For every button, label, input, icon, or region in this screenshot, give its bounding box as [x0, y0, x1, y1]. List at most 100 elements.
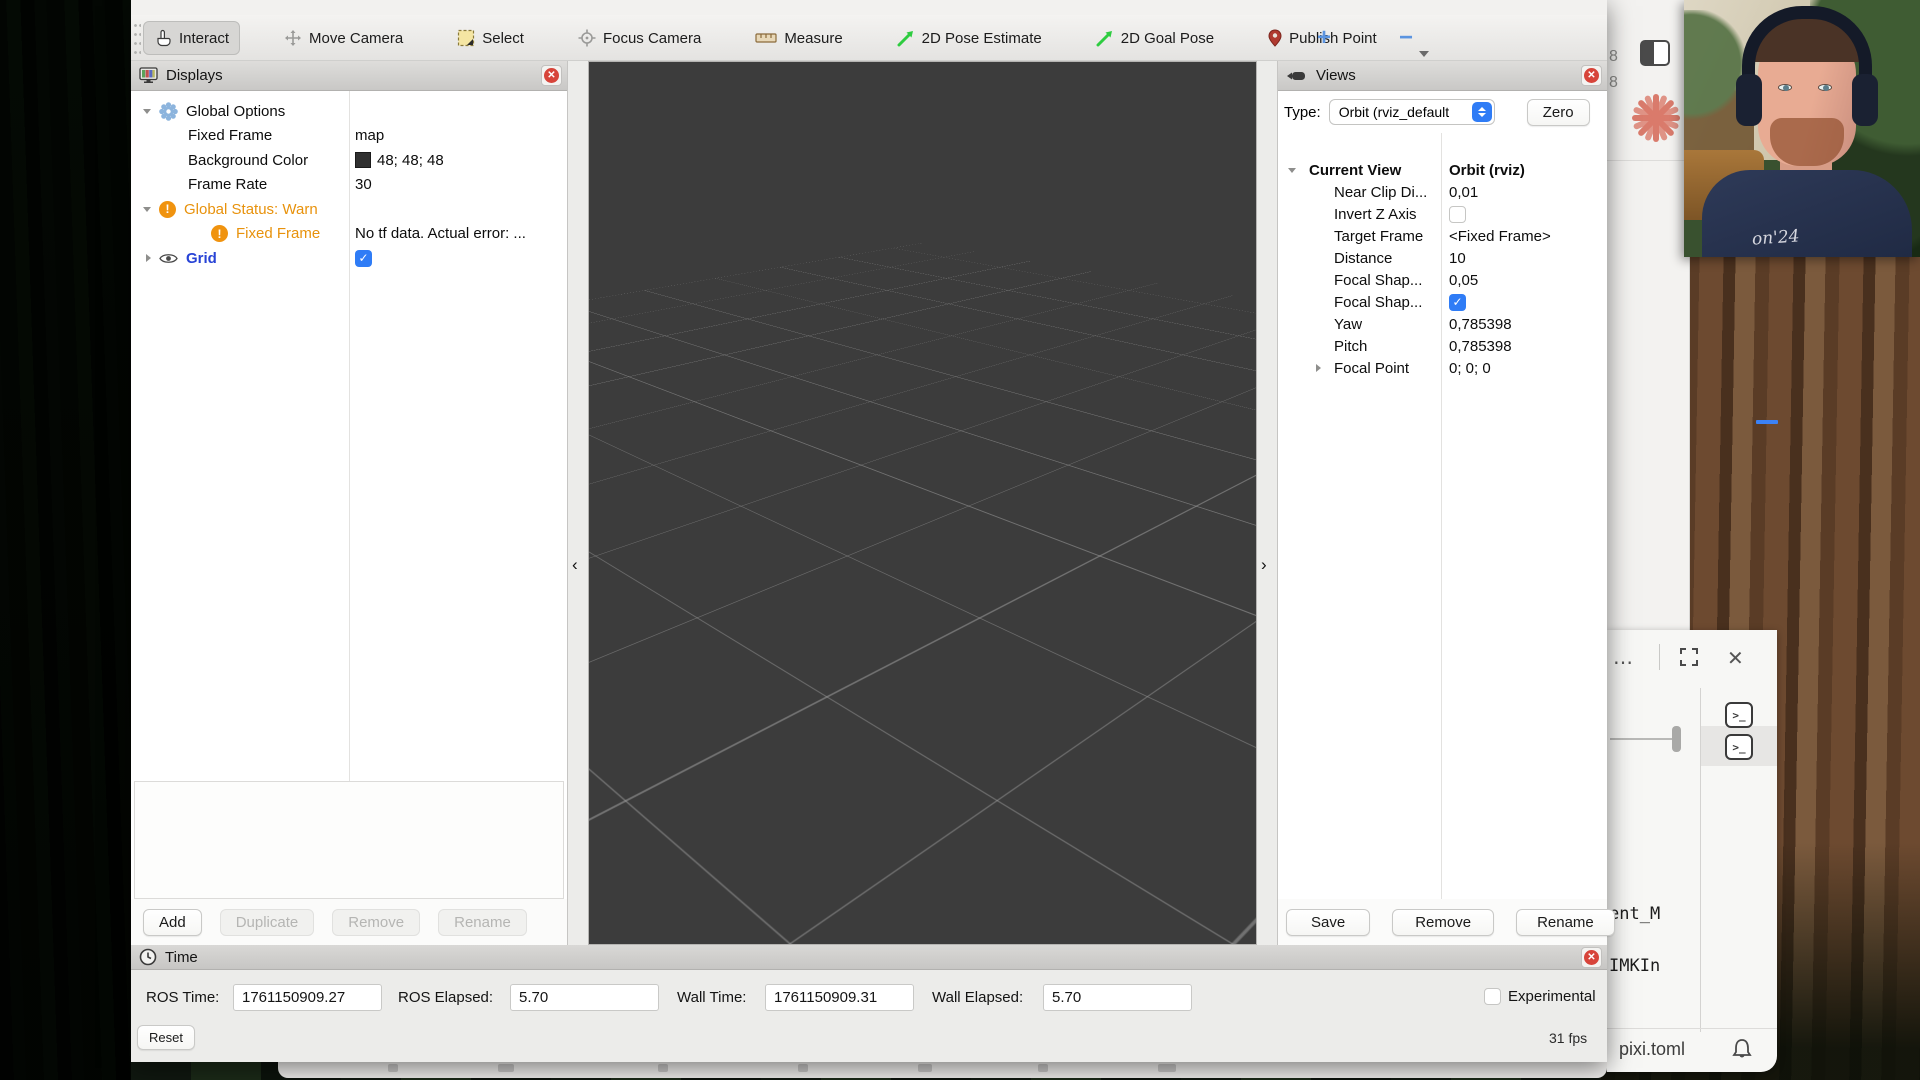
prop-row-near-clip[interactable]: Near Clip Di... 0,01	[1278, 181, 1607, 203]
green-arrow-icon	[897, 29, 915, 47]
chevron-down-icon[interactable]	[1288, 168, 1296, 173]
chevron-right-icon[interactable]	[146, 254, 151, 262]
color-swatch[interactable]	[355, 152, 371, 168]
prop-row-distance[interactable]: Distance 10	[1278, 247, 1607, 269]
prop-value[interactable]: 0,785398	[1449, 338, 1512, 355]
chevron-down-icon[interactable]	[143, 109, 151, 114]
wall-elapsed-field[interactable]	[1043, 984, 1192, 1011]
close-icon: ✕	[1584, 950, 1599, 965]
tool-measure[interactable]: Measure	[745, 23, 852, 54]
toolbar-drag-handle[interactable]	[133, 21, 141, 55]
background-window-pane: ⋯ ✕ >_ >_ ent_M IMKIn pixi.toml	[1607, 630, 1777, 1072]
time-panel-header[interactable]: Time ✕	[131, 945, 1607, 970]
tool-interact[interactable]: Interact	[143, 21, 240, 55]
collapse-left-icon[interactable]: ‹	[572, 555, 578, 575]
right-splitter[interactable]: ›	[1257, 61, 1277, 945]
webcam-headphone-cup	[1736, 74, 1762, 126]
ros-elapsed-field[interactable]	[510, 984, 659, 1011]
prop-row-pitch[interactable]: Pitch 0,785398	[1278, 335, 1607, 357]
tool-2d-pose-estimate[interactable]: 2D Pose Estimate	[887, 22, 1052, 54]
save-button[interactable]: Save	[1286, 909, 1370, 936]
prop-value[interactable]: 0; 0; 0	[1449, 360, 1491, 377]
background-dock-bar	[278, 1060, 1607, 1078]
view-type-dropdown[interactable]: Orbit (rviz_default	[1329, 99, 1495, 125]
tree-row-background-color[interactable]: Background Color 48; 48; 48	[131, 148, 567, 173]
close-time-button[interactable]: ✕	[1581, 947, 1602, 968]
more-options-icon[interactable]: ⋯	[1613, 650, 1635, 675]
experimental-toggle[interactable]: Experimental	[1484, 988, 1596, 1005]
wall-time-field[interactable]	[765, 984, 914, 1011]
close-views-button[interactable]: ✕	[1581, 65, 1602, 86]
checkbox-unchecked[interactable]	[1449, 206, 1466, 223]
shirt-text: on'24	[1751, 226, 1800, 249]
rename-button[interactable]: Rename	[1516, 909, 1615, 936]
ros-time-field[interactable]	[233, 984, 382, 1011]
tool-bar: Interact Move Camera Select	[131, 15, 1607, 61]
displays-panel-header[interactable]: Displays ✕	[131, 61, 567, 91]
tree-row-fixed-frame-warning[interactable]: ! Fixed Frame No tf data. Actual error: …	[131, 222, 567, 247]
tree-row-fixed-frame[interactable]: Fixed Frame map	[131, 124, 567, 149]
prop-value[interactable]: <Fixed Frame>	[1449, 228, 1551, 245]
checkbox-checked[interactable]: ✓	[1449, 294, 1466, 311]
sidebar-toggle-icon[interactable]	[1640, 40, 1670, 66]
row-label: Global Status: Warn	[184, 201, 318, 218]
left-splitter[interactable]: ‹	[568, 61, 588, 945]
prop-row-yaw[interactable]: Yaw 0,785398	[1278, 313, 1607, 335]
row-value[interactable]: map	[355, 127, 384, 144]
rename-button[interactable]: Rename	[438, 909, 527, 936]
toolbar-overflow-chevron-icon[interactable]	[1419, 51, 1429, 57]
prop-row-focal-shape-fixed[interactable]: Focal Shap... ✓	[1278, 291, 1607, 313]
zero-button[interactable]: Zero	[1527, 99, 1590, 126]
add-button[interactable]: Add	[143, 909, 202, 936]
remove-button[interactable]: Remove	[1392, 909, 1494, 936]
monitor-icon	[139, 67, 158, 84]
tool-move-camera[interactable]: Move Camera	[274, 22, 413, 54]
file-name-label[interactable]: pixi.toml	[1619, 1039, 1685, 1060]
prop-row-invert-z[interactable]: Invert Z Axis	[1278, 203, 1607, 225]
bell-icon[interactable]	[1731, 1037, 1753, 1061]
terminal-output-text: ent_M	[1609, 904, 1660, 924]
collapse-right-icon[interactable]: ›	[1261, 555, 1267, 575]
terminal-icon[interactable]: >_	[1725, 702, 1753, 728]
duplicate-button[interactable]: Duplicate	[220, 909, 315, 936]
close-displays-button[interactable]: ✕	[541, 65, 562, 86]
close-icon[interactable]: ✕	[1727, 646, 1744, 671]
remove-button[interactable]: Remove	[332, 909, 420, 936]
prop-value[interactable]: 0,785398	[1449, 316, 1512, 333]
prop-row-focal-shape-size[interactable]: Focal Shap... 0,05	[1278, 269, 1607, 291]
tree-row-global-options[interactable]: Global Options	[131, 99, 567, 124]
add-tool-button[interactable]: +	[1317, 15, 1331, 61]
tree-row-grid[interactable]: Grid ✓	[131, 246, 567, 271]
scrollbar-thumb[interactable]	[1672, 726, 1681, 752]
checkbox-checked[interactable]: ✓	[355, 250, 372, 267]
prop-value[interactable]: 10	[1449, 250, 1466, 267]
prop-row-current-view[interactable]: Current View Orbit (rviz)	[1278, 159, 1607, 181]
render-viewport[interactable]	[588, 61, 1257, 945]
stepper-icon[interactable]	[1472, 102, 1492, 122]
row-value[interactable]: 30	[355, 176, 372, 193]
views-buttons: Save Remove Rename	[1278, 899, 1607, 945]
chevron-down-icon[interactable]	[143, 207, 151, 212]
remove-tool-button[interactable]: −	[1399, 15, 1413, 61]
row-label: Frame Rate	[188, 176, 267, 193]
prop-label: Focal Shap...	[1334, 294, 1422, 311]
views-panel-header[interactable]: Views ✕	[1278, 61, 1607, 91]
displays-panel: Displays ✕ Global Options Fixed Frame ma…	[131, 61, 568, 945]
reset-button[interactable]: Reset	[137, 1025, 195, 1050]
prop-value[interactable]: 0,05	[1449, 272, 1478, 289]
ros-elapsed-label: ROS Elapsed:	[398, 989, 493, 1006]
prop-value[interactable]: 0,01	[1449, 184, 1478, 201]
prop-row-focal-point[interactable]: Focal Point 0; 0; 0	[1278, 357, 1607, 379]
displays-buttons: Add Duplicate Remove Rename	[131, 899, 567, 945]
chevron-right-icon[interactable]	[1316, 364, 1321, 372]
row-value[interactable]: 48; 48; 48	[377, 152, 444, 169]
terminal-icon[interactable]: >_	[1725, 734, 1753, 760]
tool-2d-goal-pose[interactable]: 2D Goal Pose	[1086, 22, 1224, 54]
tool-focus-camera[interactable]: Focus Camera	[568, 22, 711, 54]
tool-select[interactable]: Select	[447, 22, 534, 54]
tree-row-global-status[interactable]: ! Global Status: Warn	[131, 197, 567, 222]
fullscreen-icon[interactable]	[1679, 647, 1699, 667]
tree-row-frame-rate[interactable]: Frame Rate 30	[131, 173, 567, 198]
prop-row-target-frame[interactable]: Target Frame <Fixed Frame>	[1278, 225, 1607, 247]
checkbox-unchecked[interactable]	[1484, 988, 1501, 1005]
